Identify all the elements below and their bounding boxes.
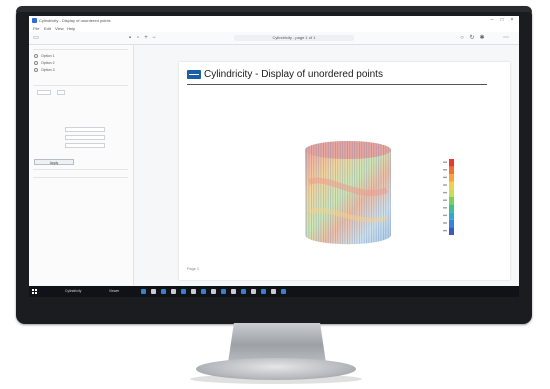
option-2-label: Option 2 xyxy=(41,61,55,65)
legend-tick-label xyxy=(443,191,447,194)
field-e[interactable] xyxy=(65,143,105,148)
legend-swatch xyxy=(449,197,454,205)
report-page: Cylindricity - Display of unordered poin… xyxy=(179,62,510,280)
cylinder xyxy=(305,141,391,245)
zoom-in-icon[interactable]: + xyxy=(143,35,149,41)
taskbar-app-icon[interactable] xyxy=(271,289,276,294)
legend-swatch xyxy=(449,174,454,182)
field-d[interactable] xyxy=(65,135,105,140)
minimize-icon[interactable]: – xyxy=(488,17,496,23)
sidebar: Option 1 Option 2 Option 3 Apply xyxy=(29,45,134,285)
taskbar-app-icon[interactable] xyxy=(141,289,146,294)
legend-tick-label xyxy=(443,169,447,171)
taskbar-app-icon[interactable] xyxy=(251,289,256,294)
legend-swatch xyxy=(449,189,454,197)
menu-bar: File Edit View Help xyxy=(29,25,519,32)
sidebar-divider xyxy=(33,169,128,170)
legend-tick-label xyxy=(443,161,447,163)
legend-tick-label xyxy=(443,214,447,217)
legend-tick-label xyxy=(443,222,447,224)
cylinder-point-lines xyxy=(305,150,391,245)
legend-swatch xyxy=(449,181,454,190)
start-icon[interactable] xyxy=(32,289,37,294)
option-1-label: Option 1 xyxy=(41,54,55,58)
cylinder-top-lines xyxy=(305,141,391,159)
field-c[interactable] xyxy=(65,127,105,132)
menu-view[interactable]: View xyxy=(55,26,64,31)
monitor-stand xyxy=(196,358,356,380)
legend-swatch xyxy=(449,204,454,213)
taskbar-app-icon[interactable] xyxy=(281,289,286,294)
taskbar-app-icon[interactable] xyxy=(211,289,216,294)
legend-tick-label xyxy=(443,229,447,232)
search-icon[interactable]: ○ xyxy=(459,35,465,41)
menu-file[interactable]: File xyxy=(33,26,39,31)
option-1-radio[interactable] xyxy=(34,54,38,58)
taskbar-app-icon[interactable] xyxy=(191,289,196,294)
open-icon[interactable]: ▭ xyxy=(33,35,39,41)
page-footer: Page 1 xyxy=(187,267,200,271)
settings-icon[interactable]: ✱ xyxy=(479,35,485,41)
option-3-label: Option 3 xyxy=(41,68,55,72)
zoom-out-icon[interactable]: − xyxy=(151,35,157,41)
taskbar-app-icon[interactable] xyxy=(241,289,246,294)
legend-swatch xyxy=(449,159,454,167)
close-icon[interactable]: × xyxy=(508,17,516,23)
save-icon[interactable]: ▪ xyxy=(127,35,133,41)
more-icon[interactable]: ⋯ xyxy=(503,35,509,41)
field-a[interactable] xyxy=(37,90,51,95)
legend-swatch xyxy=(449,212,454,220)
legend-tick-label xyxy=(443,176,447,179)
field-b[interactable] xyxy=(57,90,65,95)
sidebar-divider xyxy=(33,85,128,86)
legend-tick-label xyxy=(443,207,447,209)
taskbar: Cylindricity Viewer xyxy=(29,286,519,297)
screen: Cylindricity - Display of unordered poin… xyxy=(29,16,519,297)
taskbar-item-cylindricity[interactable]: Cylindricity xyxy=(65,289,81,294)
legend-swatch xyxy=(449,227,454,235)
sidebar-divider xyxy=(33,49,128,50)
taskbar-item-viewer[interactable]: Viewer xyxy=(109,289,119,294)
cylinder-plot xyxy=(305,141,454,245)
legend-swatch xyxy=(449,166,454,175)
bezel-highlight xyxy=(16,6,532,12)
taskbar-app-icon[interactable] xyxy=(181,289,186,294)
taskbar-app-icon[interactable] xyxy=(221,289,226,294)
toolbar: ▭ ▪ ▫ + − Cylindricity - page 1 of 1 ○ ↻… xyxy=(29,32,519,45)
rotate-icon[interactable]: ↻ xyxy=(469,35,475,41)
sidebar-divider xyxy=(33,177,128,178)
window-title: Cylindricity - Display of unordered poin… xyxy=(39,18,111,23)
address-field[interactable]: Cylindricity - page 1 of 1 xyxy=(234,35,354,41)
menu-edit[interactable]: Edit xyxy=(44,26,51,31)
monitor-neck xyxy=(228,323,326,363)
taskbar-app-icon[interactable] xyxy=(201,289,206,294)
app-icon xyxy=(32,18,37,23)
apply-button[interactable]: Apply xyxy=(34,159,74,165)
menu-help[interactable]: Help xyxy=(67,26,75,31)
taskbar-app-icon[interactable] xyxy=(231,289,236,294)
legend-tick-label xyxy=(443,184,447,186)
print-icon[interactable]: ▫ xyxy=(135,35,141,41)
option-3-radio[interactable] xyxy=(34,68,38,72)
option-2-radio[interactable] xyxy=(34,61,38,65)
legend-swatch xyxy=(449,219,454,228)
taskbar-app-icon[interactable] xyxy=(261,289,266,294)
legend-tick-label xyxy=(443,199,447,201)
taskbar-app-icon[interactable] xyxy=(171,289,176,294)
maximize-icon[interactable]: □ xyxy=(498,17,506,23)
taskbar-app-icon[interactable] xyxy=(161,289,166,294)
taskbar-app-icon[interactable] xyxy=(151,289,156,294)
color-legend xyxy=(443,159,454,235)
monitor-bezel: Cylindricity - Display of unordered poin… xyxy=(16,6,532,324)
